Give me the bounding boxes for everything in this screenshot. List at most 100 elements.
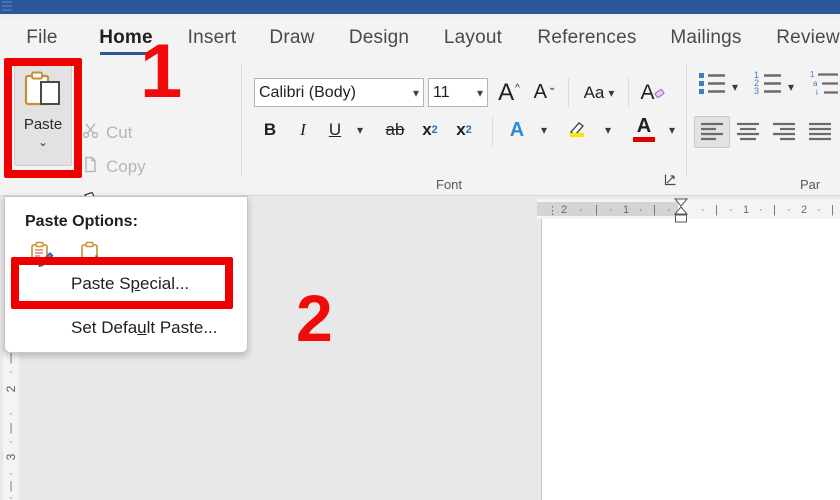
justify-button[interactable] bbox=[808, 122, 832, 147]
caret-down-icon: ⌄ bbox=[548, 82, 556, 93]
annotation-number-1: 1 bbox=[140, 34, 182, 110]
cut-button[interactable]: Cut bbox=[82, 122, 132, 144]
copy-button[interactable]: Copy bbox=[82, 156, 146, 178]
tab-review[interactable]: Review bbox=[772, 19, 840, 56]
paste-icon bbox=[23, 71, 63, 114]
menu-item-paste-special[interactable]: Paste Special... bbox=[5, 269, 249, 299]
tab-label: Layout bbox=[444, 27, 502, 49]
align-left-button[interactable] bbox=[700, 122, 724, 147]
highlight-dropdown[interactable]: ▾ bbox=[598, 116, 618, 144]
tab-label: Review bbox=[776, 27, 840, 49]
text-highlight-button[interactable] bbox=[562, 114, 594, 146]
tab-label: Insert bbox=[188, 27, 237, 49]
superscript-button[interactable]: x 2 bbox=[450, 116, 478, 144]
indent-markers[interactable] bbox=[673, 198, 687, 235]
numbering-dropdown[interactable]: ▾ bbox=[788, 78, 794, 96]
paragraph-group-label: Par bbox=[800, 177, 820, 192]
paste-label: Paste bbox=[24, 116, 62, 133]
tab-layout[interactable]: Layout bbox=[438, 19, 508, 56]
font-size-value: 11 bbox=[433, 84, 450, 102]
eraser-icon bbox=[655, 82, 666, 104]
tab-file[interactable]: File bbox=[18, 19, 66, 56]
font-size-combo[interactable]: 11 ▾ bbox=[428, 78, 488, 107]
strikethrough-label: ab bbox=[386, 120, 405, 140]
chevron-down-icon[interactable]: ▾ bbox=[608, 86, 614, 100]
menu-item-set-default-paste[interactable]: Set Default Paste... bbox=[5, 313, 249, 343]
bullets-dropdown[interactable]: ▾ bbox=[732, 78, 738, 96]
mini-divider bbox=[568, 78, 569, 108]
chevron-down-icon[interactable]: ▾ bbox=[477, 86, 483, 100]
paste-special-label: Paste Special... bbox=[71, 274, 189, 294]
clipboard-arrow-icon[interactable] bbox=[79, 241, 105, 272]
font-color-button[interactable]: A bbox=[628, 112, 660, 146]
grow-font-button[interactable]: A ^ bbox=[494, 78, 524, 107]
italic-button[interactable]: I bbox=[290, 116, 316, 144]
copy-label: Copy bbox=[106, 157, 146, 177]
multilevel-list-button[interactable]: 1ai bbox=[810, 70, 840, 101]
numbering-button[interactable]: 123 bbox=[754, 70, 784, 101]
font-dialog-launcher[interactable] bbox=[664, 173, 677, 191]
bold-label: B bbox=[264, 120, 276, 140]
font-color-swatch bbox=[633, 137, 655, 142]
paste-options-menu[interactable]: Paste Options: Paste Sp bbox=[4, 196, 248, 353]
italic-label: I bbox=[300, 120, 306, 140]
bullets-button[interactable] bbox=[698, 70, 728, 101]
align-center-button[interactable] bbox=[736, 122, 760, 147]
ruler-tick-left-2: 2 bbox=[561, 204, 567, 216]
chevron-down-icon: ▾ bbox=[788, 80, 794, 94]
chevron-down-icon[interactable]: ▾ bbox=[413, 86, 419, 100]
change-case-button[interactable]: Aa ▾ bbox=[576, 78, 622, 107]
chevron-down-icon: ▾ bbox=[541, 123, 547, 137]
tab-label: Draw bbox=[269, 27, 314, 49]
tab-draw[interactable]: Draw bbox=[262, 19, 322, 56]
subscript-button[interactable]: x 2 bbox=[416, 116, 444, 144]
set-default-paste-label: Set Default Paste... bbox=[71, 318, 218, 338]
ruler-tick-right-2: 2 bbox=[801, 204, 807, 216]
clear-formatting-label: A bbox=[640, 81, 654, 105]
tab-label: Design bbox=[349, 27, 409, 49]
ruler-tick-right-1: 1 bbox=[743, 204, 749, 216]
tab-references[interactable]: References bbox=[528, 19, 646, 56]
text-effects-dropdown[interactable]: ▾ bbox=[534, 116, 554, 144]
clipboard-pen-icon[interactable] bbox=[29, 241, 55, 272]
horizontal-ruler[interactable]: ⋮ 2 · | · 1 · | · · | · 1 · | · 2 · | bbox=[537, 199, 840, 219]
vertical-ruler[interactable]: | · 2 · | · 3 · | · bbox=[3, 352, 19, 500]
group-divider bbox=[686, 64, 687, 176]
strikethrough-button[interactable]: ab bbox=[380, 116, 410, 144]
bold-button[interactable]: B bbox=[257, 116, 283, 144]
chevron-down-icon[interactable]: ⌄ bbox=[38, 137, 48, 147]
ruler-tick-left-1: 1 bbox=[623, 204, 629, 216]
vruler-tick-3: 3 bbox=[4, 449, 18, 465]
font-color-dropdown[interactable]: ▾ bbox=[662, 116, 682, 144]
clear-formatting-button[interactable]: A bbox=[636, 78, 670, 107]
underline-label: U bbox=[329, 120, 341, 140]
shrink-font-label: A bbox=[534, 81, 547, 104]
grow-font-label: A bbox=[498, 79, 514, 107]
font-family-value: Calibri (Body) bbox=[259, 84, 356, 102]
chevron-down-icon: ▾ bbox=[357, 123, 363, 137]
font-family-combo[interactable]: Calibri (Body) ▾ bbox=[254, 78, 424, 107]
quick-access-toolbar[interactable] bbox=[2, 1, 12, 13]
superscript-base: x bbox=[456, 120, 465, 140]
paste-button[interactable]: Paste ⌄ bbox=[14, 64, 72, 166]
underline-dropdown[interactable]: ▾ bbox=[350, 116, 370, 144]
svg-text:3: 3 bbox=[754, 86, 759, 96]
shrink-font-button[interactable]: A ⌄ bbox=[530, 78, 560, 107]
copy-icon bbox=[82, 156, 99, 178]
chevron-down-icon: ▾ bbox=[732, 80, 738, 94]
mini-divider bbox=[492, 116, 493, 146]
underline-button[interactable]: U bbox=[322, 116, 348, 144]
tab-design[interactable]: Design bbox=[342, 19, 416, 56]
superscript-index: 2 bbox=[466, 124, 472, 136]
tab-label: File bbox=[26, 27, 57, 49]
font-color-label: A bbox=[637, 117, 651, 136]
title-bar bbox=[0, 0, 840, 14]
document-page[interactable] bbox=[541, 209, 840, 500]
tab-insert[interactable]: Insert bbox=[180, 19, 244, 56]
mini-divider bbox=[628, 78, 629, 108]
subscript-base: x bbox=[422, 120, 431, 140]
scissors-icon bbox=[82, 122, 99, 144]
align-right-button[interactable] bbox=[772, 122, 796, 147]
tab-mailings[interactable]: Mailings bbox=[662, 19, 750, 56]
text-effects-button[interactable]: A bbox=[502, 116, 532, 144]
